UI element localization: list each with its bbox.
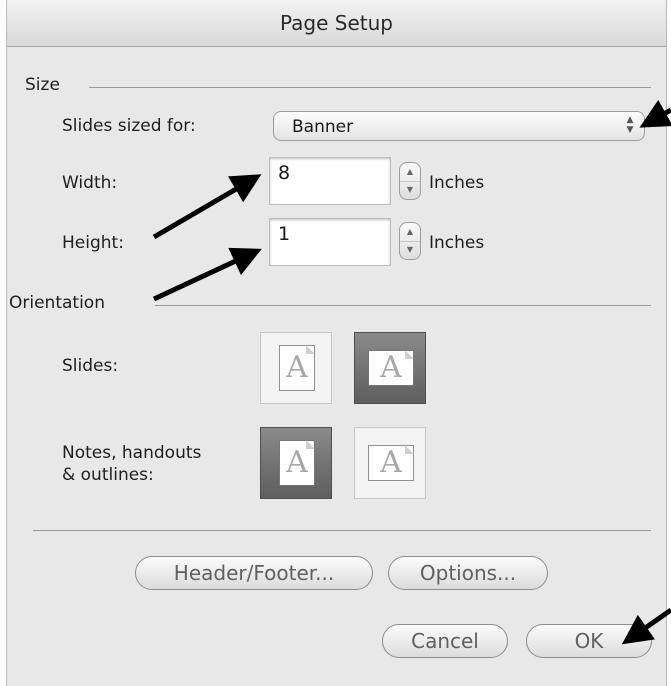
arrow-to-width-icon [152,174,262,240]
arrow-to-height-icon [152,247,262,302]
annotation-arrows [152,99,671,645]
arrow-to-popup-icon [639,99,671,128]
arrow-to-ok-icon [621,607,671,645]
